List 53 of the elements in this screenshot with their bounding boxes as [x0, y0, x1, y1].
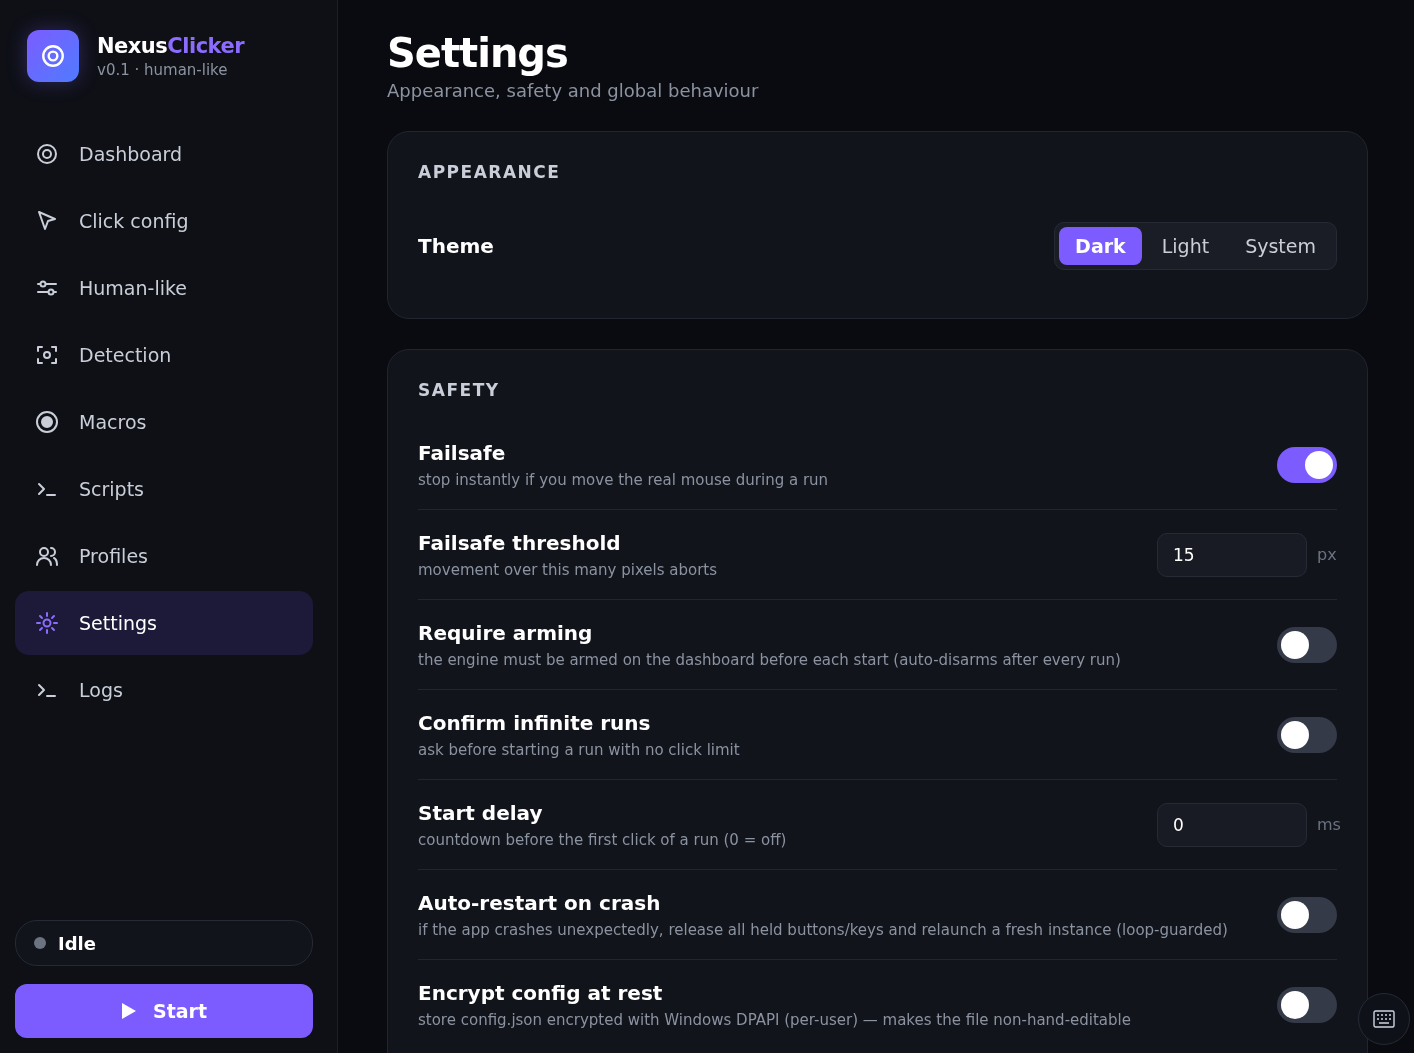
- section-heading: APPEARANCE: [418, 162, 562, 182]
- app-name: NexusClicker: [97, 33, 245, 58]
- setting-description: if the app crashes unexpectedly, release all held buttons/keys and relaunch a fresh instance (loop-guarded): [418, 920, 1228, 939]
- page-subtitle: Appearance, safety and global behaviour: [387, 80, 760, 101]
- nav-item[interactable]: Detection: [15, 323, 313, 387]
- page-title: Settings: [387, 30, 569, 76]
- setting-title: Encrypt config at rest: [418, 980, 664, 1005]
- toggle-switch[interactable]: [1277, 986, 1337, 1023]
- setting-description: ask before starting a run with no click limit: [418, 740, 740, 759]
- toggle-switch[interactable]: [1277, 626, 1337, 663]
- users-icon: [35, 544, 59, 568]
- keyboard-button[interactable]: [1358, 993, 1410, 1045]
- toggle-switch[interactable]: [1277, 716, 1337, 753]
- setting-title: Confirm infinite runs: [418, 710, 652, 735]
- nav-item[interactable]: Macros: [15, 390, 313, 454]
- nav-item[interactable]: Human-like: [15, 256, 313, 320]
- nav-item[interactable]: Click config: [15, 189, 313, 253]
- setting-description: store config.json encrypted with Windows DPAPI (per-user) — makes the file non-hand-editable: [418, 1010, 1131, 1029]
- nav-item[interactable]: Dashboard: [15, 122, 313, 186]
- nav-item[interactable]: Profiles: [15, 524, 313, 588]
- setting-title: Failsafe threshold: [418, 530, 622, 555]
- cursor-icon: [35, 209, 59, 233]
- status-label: Idle: [58, 932, 96, 954]
- theme-option[interactable]: System: [1229, 227, 1332, 265]
- unit-label: px: [1317, 545, 1337, 564]
- theme-option[interactable]: Light: [1145, 227, 1226, 265]
- nav-item[interactable]: Logs: [15, 658, 313, 722]
- logo-icon: [27, 30, 79, 82]
- setting-title: Theme: [418, 234, 494, 258]
- theme-option[interactable]: Dark: [1059, 227, 1142, 265]
- play-icon: [120, 1002, 137, 1020]
- toggle-switch[interactable]: [1277, 446, 1337, 483]
- section-heading: SAFETY: [418, 380, 501, 400]
- scan-icon: [35, 343, 59, 367]
- setting-description: the engine must be armed on the dashboard before each start (auto-disarms after every run): [418, 650, 1121, 669]
- setting-title: Auto-restart on crash: [418, 890, 662, 915]
- start-button[interactable]: Start: [15, 984, 313, 1038]
- toggle-switch[interactable]: [1277, 896, 1337, 933]
- record-icon: [35, 410, 59, 434]
- target-icon: [35, 142, 59, 166]
- setting-title: Require arming: [418, 620, 594, 645]
- nav-item[interactable]: Settings: [15, 591, 313, 655]
- keyboard-icon: [1373, 1010, 1395, 1028]
- sun-icon: [35, 611, 59, 635]
- number-field[interactable]: 0: [1157, 802, 1307, 847]
- nav-item[interactable]: Scripts: [15, 457, 313, 521]
- setting-description: movement over this many pixels aborts: [418, 560, 718, 579]
- setting-title: Start delay: [418, 800, 544, 825]
- number-field[interactable]: 15: [1157, 532, 1307, 577]
- setting-description: stop instantly if you move the real mouse during a run: [418, 470, 829, 489]
- app-version: v0.1 · human-like: [97, 60, 229, 79]
- setting-title: Failsafe: [418, 440, 507, 465]
- setting-description: countdown before the first click of a run (0 = off): [418, 830, 787, 849]
